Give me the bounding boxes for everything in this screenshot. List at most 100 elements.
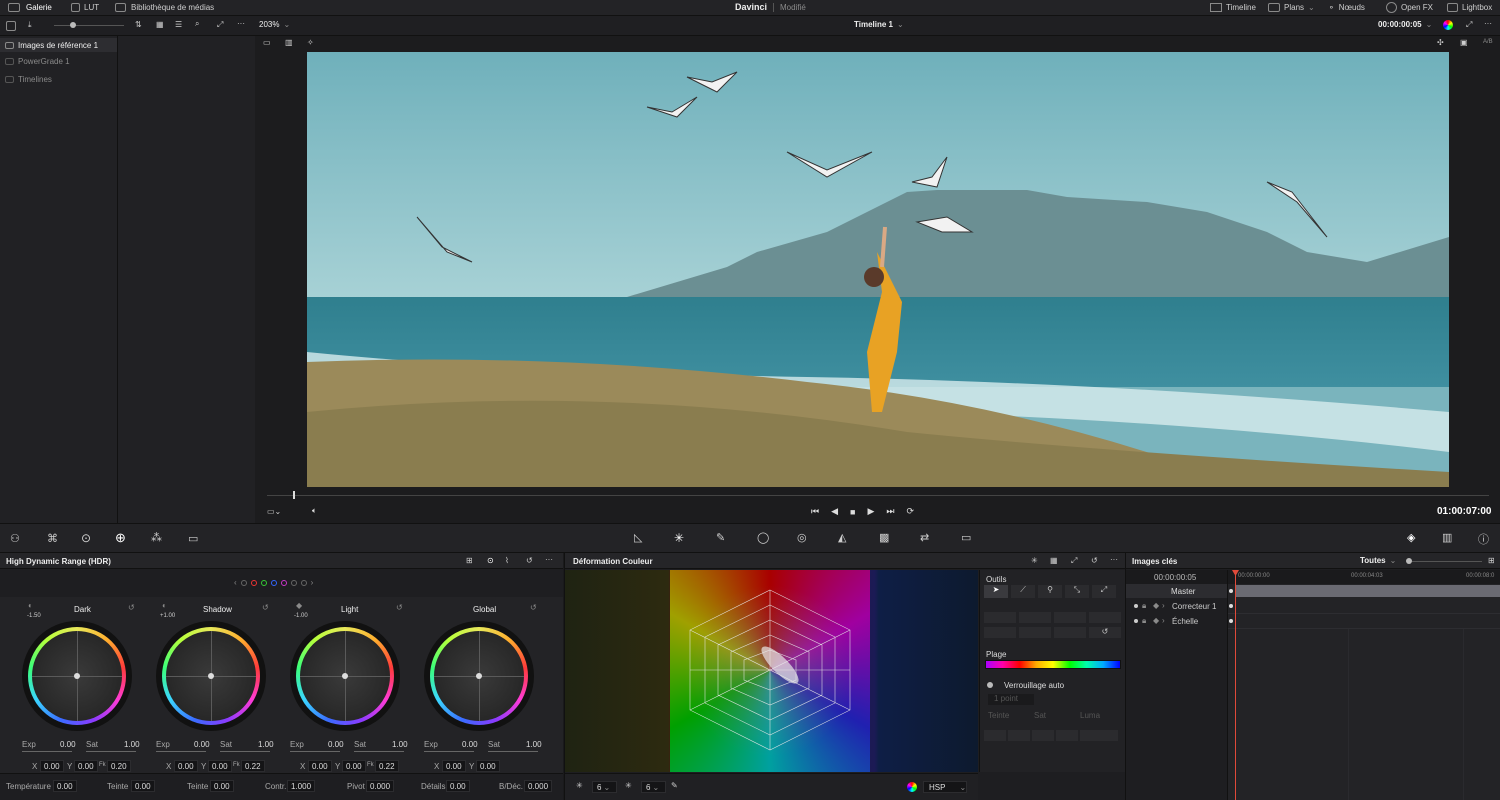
motion-effects-icon[interactable]: ▭ — [188, 532, 198, 545]
color-wheel[interactable] — [424, 621, 534, 731]
warper-grid-area[interactable] — [565, 570, 978, 772]
exp-slider[interactable] — [22, 751, 72, 752]
tab-bibliotheque[interactable]: Bibliothèque de médias — [131, 3, 214, 12]
zoom-slider[interactable] — [1412, 561, 1482, 562]
sat-value[interactable]: 1.00 — [124, 740, 140, 749]
tab-timeline[interactable]: Timeline — [1226, 3, 1256, 12]
param-value[interactable]: 0.000 — [524, 780, 553, 792]
page-dot[interactable] — [250, 579, 257, 586]
page-dot[interactable] — [280, 579, 287, 586]
grid-resolution-1[interactable]: 6 ⌄ — [592, 781, 617, 793]
thumbnail-size-slider[interactable] — [54, 25, 124, 26]
color-match-icon[interactable]: ⌘ — [47, 532, 58, 545]
exp-value[interactable]: 0.00 — [462, 740, 478, 749]
tool-button[interactable] — [1089, 612, 1121, 623]
hdr-icon[interactable]: ⊕ — [115, 530, 126, 546]
go-to-end-icon[interactable]: ⏭︎ — [886, 506, 894, 517]
gallery-item[interactable]: Timelines — [5, 75, 52, 84]
keyframe-dot[interactable] — [1229, 604, 1233, 608]
more-options-icon[interactable]: ··· — [1110, 555, 1118, 564]
exp-slider[interactable] — [424, 751, 474, 752]
gallery-item[interactable]: PowerGrade 1 — [5, 57, 70, 66]
loop-icon[interactable]: ⟳ — [907, 506, 915, 517]
timeline-dropdown[interactable]: Timeline 1 ⌄ — [854, 20, 904, 29]
magic-mask-icon[interactable]: ◭ — [838, 531, 846, 544]
y-value[interactable]: 0.00 — [208, 760, 232, 772]
reset-icon[interactable]: ↺ — [1089, 627, 1121, 638]
color-space-icon[interactable] — [907, 782, 917, 792]
color-wheel[interactable] — [290, 621, 400, 731]
slider-handle[interactable] — [70, 22, 76, 28]
pointer-tool-icon[interactable]: ➤ — [984, 585, 1008, 598]
y-value[interactable]: 0.00 — [342, 760, 366, 772]
ab-icon[interactable]: A/B — [1483, 39, 1493, 45]
search-icon[interactable]: ⌕ — [195, 19, 199, 29]
track-row[interactable]: 🔒︎ ◆ › Correcteur 1 — [1126, 599, 1227, 613]
gallery-item[interactable]: Images de référence 1 — [0, 38, 117, 52]
keyframe-dot[interactable] — [1229, 619, 1233, 623]
collapse-tool-icon[interactable]: ⤡ — [1065, 585, 1089, 598]
tab-plans[interactable]: Plans — [1284, 3, 1304, 12]
sizing-icon[interactable]: ▭ — [961, 531, 971, 544]
play-icon[interactable]: ▶ — [867, 506, 874, 517]
page-dot[interactable] — [240, 579, 247, 586]
expand-icon[interactable]: ⊞ — [1488, 556, 1495, 565]
sat-value[interactable]: 1.00 — [258, 740, 274, 749]
chevron-left-icon[interactable]: ‹ — [234, 578, 237, 587]
expand-icon[interactable]: ⤢ — [217, 20, 223, 30]
volume-icon[interactable]: 🔈︎ — [312, 506, 317, 516]
sort-icon[interactable]: ⇅ — [135, 20, 142, 29]
qualifier-icon[interactable]: ✎ — [716, 531, 725, 544]
page-dot[interactable] — [300, 579, 307, 586]
x-value[interactable]: 0.00 — [442, 760, 466, 772]
param-value[interactable]: 0.00 — [131, 780, 155, 792]
auto-lock-radio[interactable] — [987, 682, 993, 688]
window-icon[interactable]: ◯ — [757, 531, 769, 544]
grid-resolution-2[interactable]: 6 ⌄ — [641, 781, 666, 793]
tool-button[interactable] — [1056, 730, 1078, 741]
stop-icon[interactable]: ■ — [850, 507, 855, 517]
y-value[interactable]: 0.00 — [476, 760, 500, 772]
page-dot[interactable] — [260, 579, 267, 586]
keyframe-playhead[interactable] — [1235, 570, 1236, 800]
color-wheel[interactable] — [22, 621, 132, 731]
color-warper-icon[interactable]: ✳︎ — [674, 531, 684, 545]
tab-noeuds[interactable]: Nœuds — [1339, 3, 1365, 12]
import-icon[interactable]: ⤓ — [28, 20, 32, 30]
sat-slider[interactable] — [220, 751, 270, 752]
keyframe-dot[interactable] — [1229, 589, 1233, 593]
tool-button[interactable] — [1019, 627, 1051, 638]
reset-icon[interactable]: ↺ — [396, 603, 403, 612]
panel-toggle-icon[interactable] — [6, 21, 16, 31]
magic-wand-icon[interactable]: ✧ — [307, 38, 314, 47]
scrubber-track[interactable] — [267, 495, 1489, 496]
x-value[interactable]: 0.00 — [308, 760, 332, 772]
param-value[interactable]: 0.00 — [210, 780, 234, 792]
reset-icon[interactable]: ↺ — [1091, 556, 1098, 565]
tool-button[interactable] — [984, 612, 1016, 623]
track-row[interactable]: 🔒︎ ◆ › Échelle — [1126, 614, 1227, 628]
tool-button[interactable] — [1054, 612, 1086, 623]
tool-button[interactable] — [1008, 730, 1030, 741]
tab-lut[interactable]: LUT — [84, 3, 99, 12]
keyframe-ruler[interactable]: 00:00:00:00 00:00:04:03 00:00:08:0 — [1228, 570, 1500, 584]
scopes-icon[interactable]: ▥ — [1442, 531, 1452, 544]
tool-button[interactable] — [1080, 730, 1118, 741]
go-to-start-icon[interactable]: ⏮︎ — [811, 506, 819, 517]
tool-button[interactable] — [984, 730, 1006, 741]
grid-mode-icon[interactable]: ▦ — [1050, 556, 1058, 565]
reset-icon[interactable]: ↺ — [262, 603, 269, 612]
info-icon[interactable]: ⓘ — [1478, 531, 1489, 547]
viewer-options-icon[interactable]: ▭⌄ — [267, 507, 281, 516]
wheels-view-icon[interactable]: ⊙ — [487, 556, 494, 565]
key-icon[interactable]: ⇄ — [920, 531, 929, 544]
color-wheel[interactable] — [156, 621, 266, 731]
highlight-icon[interactable]: ✣ — [1437, 38, 1444, 47]
list-view-icon[interactable]: ☰ — [175, 20, 182, 29]
sat-slider[interactable] — [354, 751, 404, 752]
scrubber-playhead[interactable] — [293, 491, 295, 499]
more-options-icon[interactable]: ··· — [1484, 19, 1492, 28]
tab-galerie[interactable]: Galerie — [26, 3, 52, 12]
camera-raw-icon[interactable]: ⚇ — [10, 532, 20, 545]
exp-value[interactable]: 0.00 — [328, 740, 344, 749]
